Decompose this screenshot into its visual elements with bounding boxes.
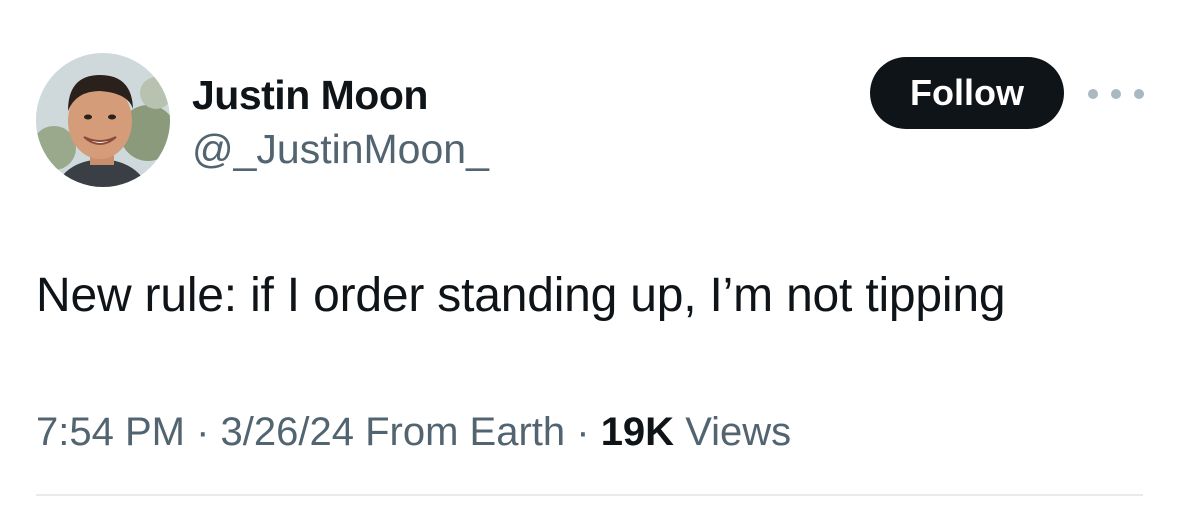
dot xyxy=(1134,89,1144,99)
views-count[interactable]: 19K xyxy=(601,410,674,454)
dot xyxy=(1111,89,1121,99)
avatar-image xyxy=(36,53,170,187)
avatar[interactable] xyxy=(36,53,170,187)
tweet-source: From Earth xyxy=(353,410,566,454)
author-handle[interactable]: @_JustinMoon_ xyxy=(192,126,489,172)
meta-separator: · xyxy=(565,410,601,454)
dot xyxy=(1088,89,1098,99)
tweet-date[interactable]: 3/26/24 xyxy=(221,410,354,454)
follow-button[interactable]: Follow xyxy=(870,57,1064,129)
views-label[interactable]: Views xyxy=(674,410,791,454)
tweet-text: New rule: if I order standing up, I’m no… xyxy=(36,269,1006,322)
meta-separator: · xyxy=(184,410,221,454)
ellipsis-icon[interactable] xyxy=(1088,80,1144,108)
divider xyxy=(36,494,1143,496)
author-display-name[interactable]: Justin Moon xyxy=(192,72,428,118)
tweet-card: Justin Moon @_JustinMoon_ Follow New rul… xyxy=(0,0,1179,532)
tweet-time[interactable]: 7:54 PM xyxy=(36,410,185,454)
tweet-meta: 7:54 PM · 3/26/24 From Earth · 19K Views xyxy=(36,408,791,456)
